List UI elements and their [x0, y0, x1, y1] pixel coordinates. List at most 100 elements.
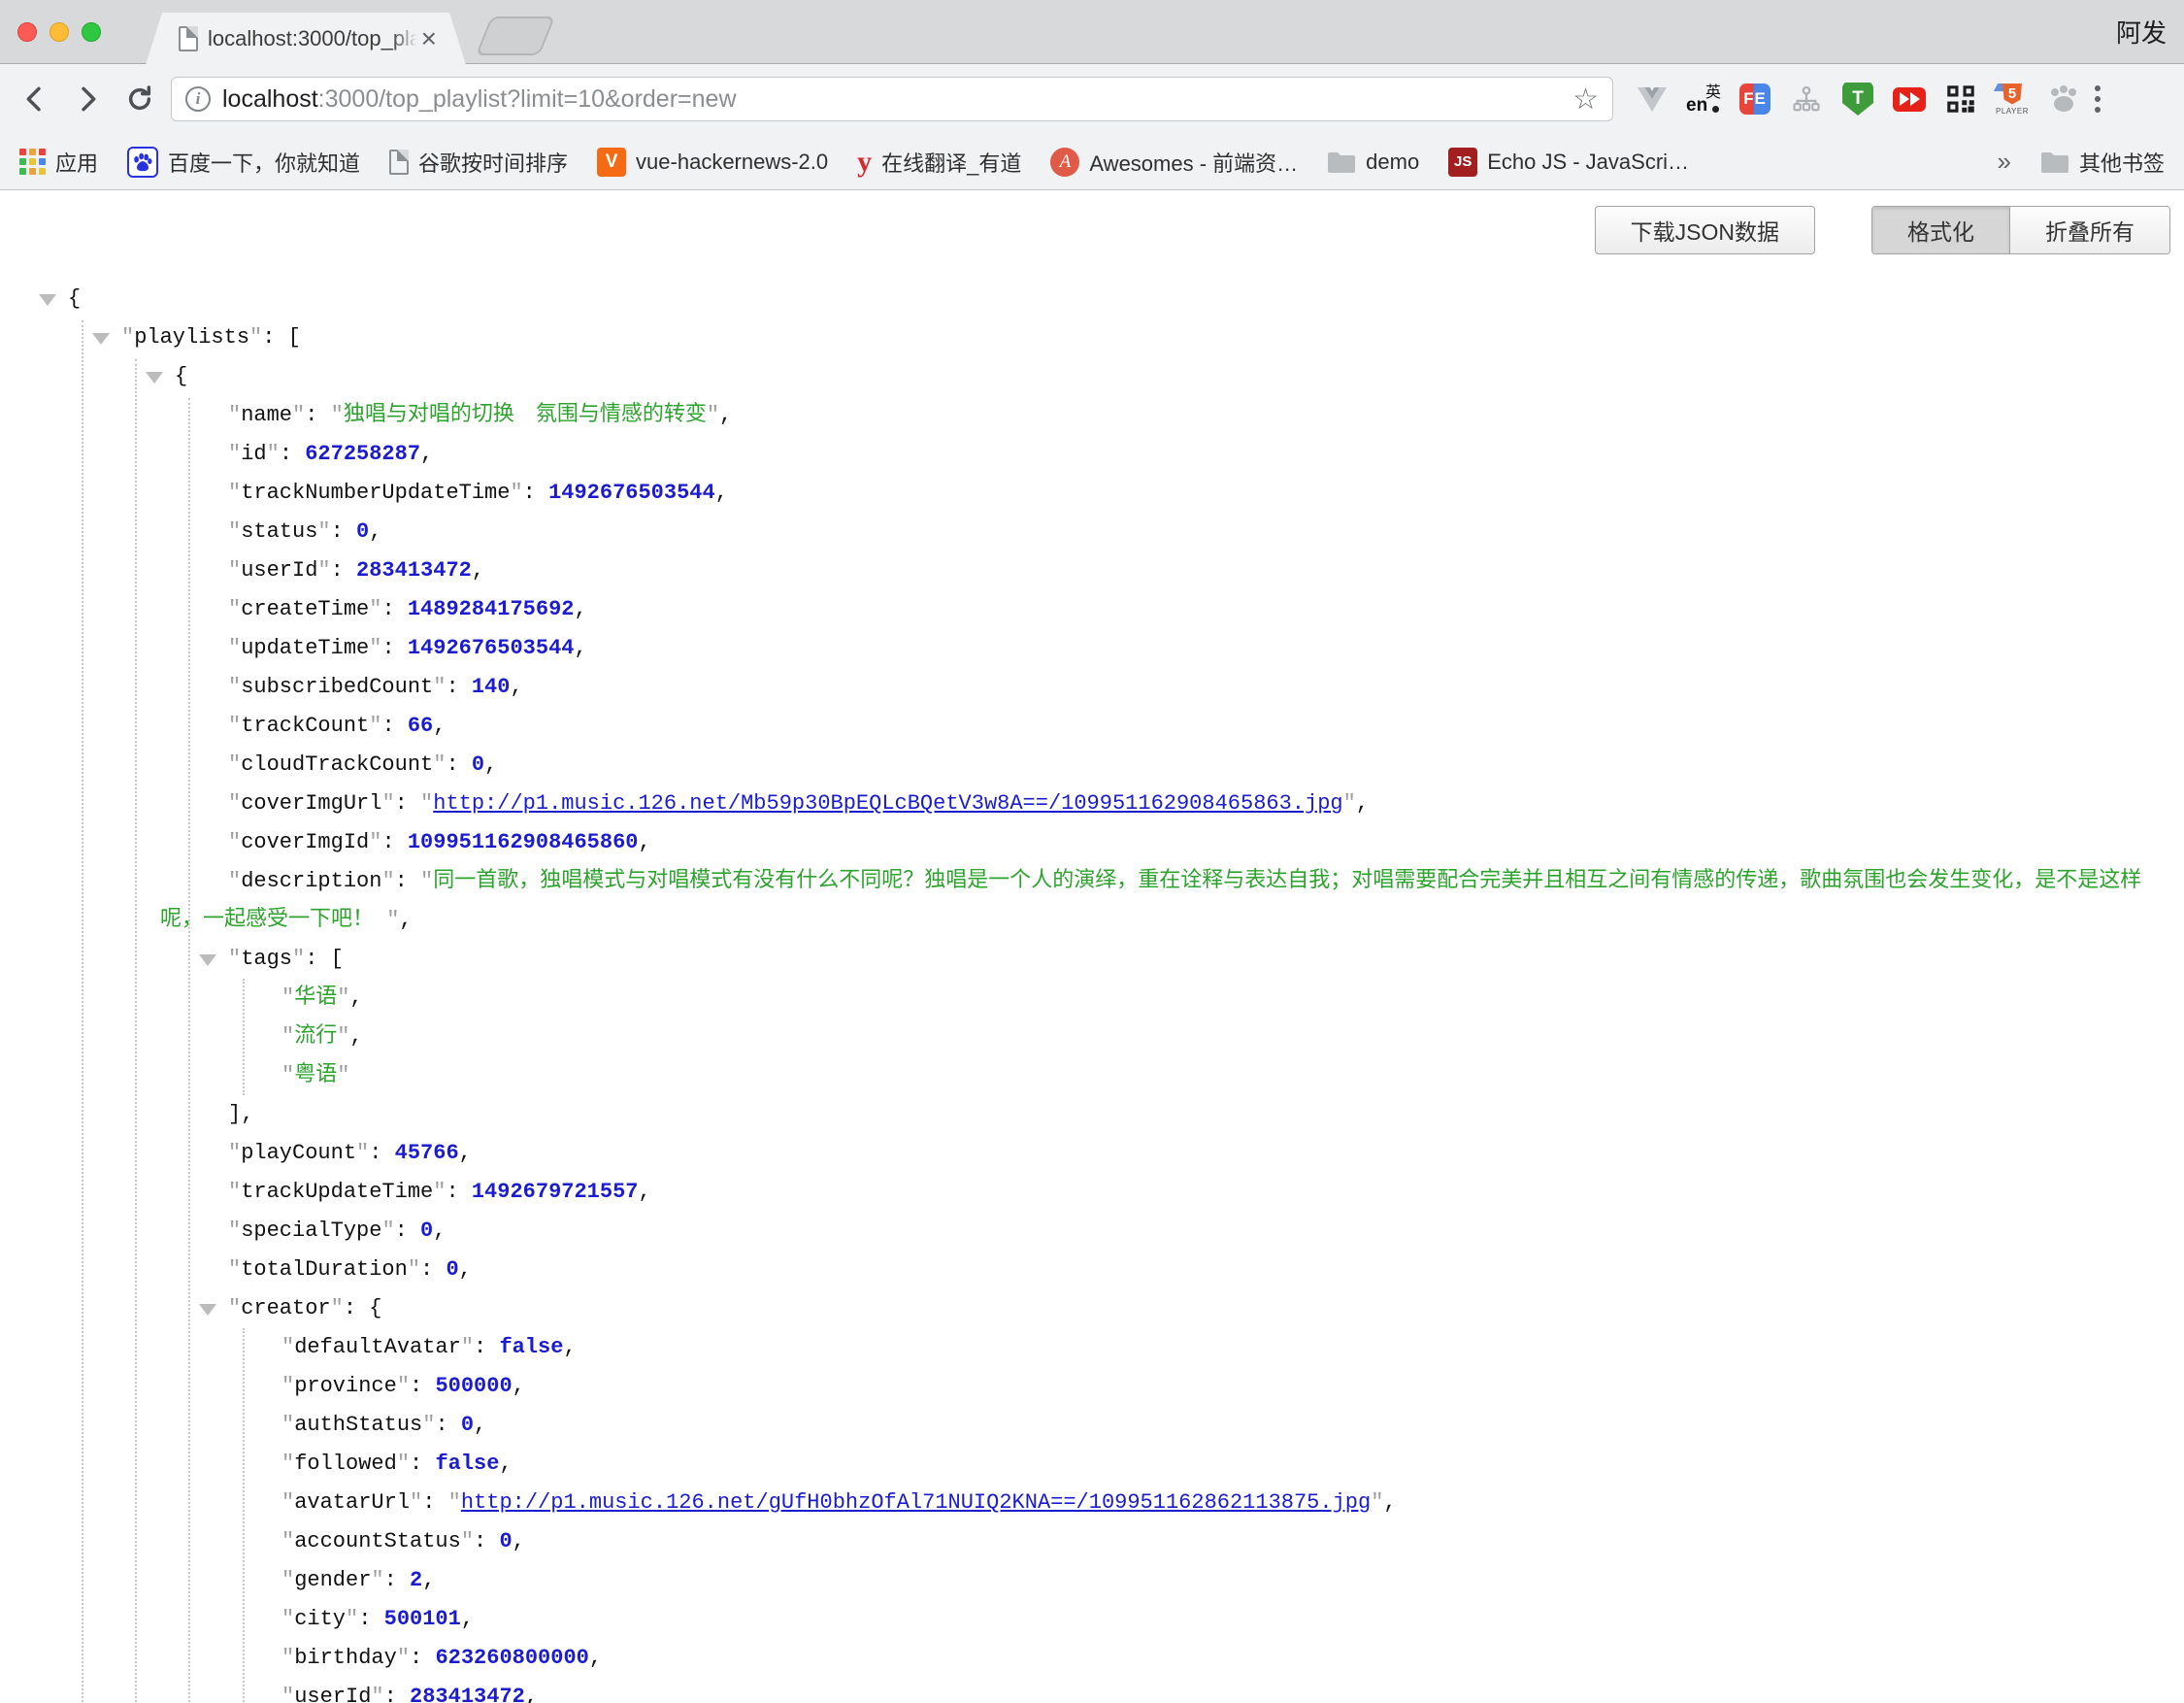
bookmark-apps[interactable]: 应用 — [19, 147, 98, 178]
echojs-badge-icon: JS — [1448, 148, 1477, 177]
json-token: , — [715, 481, 728, 505]
bookmark-vue-hackernews[interactable]: V vue-hackernews-2.0 — [597, 148, 828, 177]
json-key: avatarUrl — [294, 1490, 410, 1515]
json-token: " — [369, 636, 381, 660]
forward-button[interactable] — [66, 78, 109, 120]
bookmark-star-icon[interactable]: ☆ — [1572, 83, 1599, 117]
bookmarks-overflow-chevron[interactable]: » — [1998, 147, 2011, 177]
json-line: "cloudTrackCount": 0, — [0, 746, 2184, 785]
bookmark-echojs[interactable]: JS Echo JS - JavaScri… — [1448, 148, 1689, 177]
json-token: " — [317, 558, 330, 583]
json-token: , — [459, 1141, 472, 1165]
video-speed-icon[interactable] — [1892, 82, 1927, 117]
json-token: : — [422, 1490, 447, 1515]
json-line: "流行", — [0, 1018, 2184, 1056]
json-open-bracket: { — [68, 286, 81, 311]
profile-name[interactable]: 阿发 — [2116, 14, 2167, 50]
other-bookmarks[interactable]: 其他书签 — [2040, 147, 2165, 178]
json-line: "createTime": 1489284175692, — [0, 590, 2184, 629]
json-number: 0 — [446, 1257, 458, 1282]
json-token: " — [331, 403, 344, 427]
collapse-all-button[interactable]: 折叠所有 — [2009, 207, 2169, 253]
json-token: " — [228, 1180, 241, 1204]
json-token: " — [249, 325, 262, 350]
json-token: : — [381, 636, 407, 660]
json-token: : — [331, 519, 356, 544]
address-bar[interactable]: i localhost:3000/top_playlist?limit=10&o… — [171, 77, 1613, 121]
json-line: "userId": 283413472, — [0, 1678, 2184, 1703]
paw-extension-icon[interactable] — [2046, 82, 2081, 117]
json-link[interactable]: http://p1.music.126.net/gUfH0bhzOfAl71NU… — [461, 1490, 1371, 1515]
json-string: 粤语 — [294, 1063, 337, 1087]
page-info-icon[interactable]: i — [185, 86, 211, 112]
json-key: trackNumberUpdateTime — [241, 481, 510, 505]
tampermonkey-icon[interactable]: T — [1840, 82, 1875, 117]
json-token: : — [305, 947, 330, 971]
vue-devtools-icon[interactable] — [1635, 82, 1670, 117]
window-close-button[interactable] — [17, 22, 37, 42]
json-token: : — [446, 675, 471, 699]
reload-button[interactable] — [118, 78, 161, 120]
bookmark-label: Awesomes - 前端资… — [1089, 147, 1298, 178]
bookmark-youdao[interactable]: y 在线翻译_有道 — [857, 146, 1021, 179]
json-number: 140 — [472, 675, 511, 699]
chrome-menu-icon[interactable] — [2095, 85, 2101, 113]
json-number: 1492676503544 — [548, 481, 715, 505]
bookmark-demo-folder[interactable]: demo — [1327, 150, 1419, 175]
url-host: localhost — [222, 85, 318, 113]
json-token: " — [408, 1257, 420, 1282]
window-zoom-button[interactable] — [82, 22, 101, 42]
json-key: createTime — [241, 597, 369, 621]
json-token: " — [281, 1529, 294, 1553]
json-token: " — [228, 1141, 241, 1165]
collapse-triangle-icon[interactable] — [199, 954, 216, 966]
collapse-triangle-icon[interactable] — [146, 372, 163, 384]
json-token: : — [410, 1452, 435, 1476]
url-text[interactable]: localhost:3000/top_playlist?limit=10&ord… — [222, 85, 1563, 114]
json-token: , — [422, 1568, 435, 1592]
json-key: gender — [294, 1568, 371, 1592]
json-line: "id": 627258287, — [0, 435, 2184, 474]
json-token: " — [281, 1063, 294, 1087]
json-line: "accountStatus": 0, — [0, 1522, 2184, 1561]
sitemap-extension-icon[interactable] — [1789, 82, 1824, 117]
browser-toolbar: i localhost:3000/top_playlist?limit=10&o… — [0, 64, 2184, 134]
page-icon — [389, 150, 409, 175]
download-json-button[interactable]: 下载JSON数据 — [1595, 206, 1815, 254]
json-line: "avatarUrl": "http://p1.music.126.net/gU… — [0, 1484, 2184, 1522]
collapse-triangle-icon[interactable] — [199, 1304, 216, 1316]
h5-player-extension-icon[interactable]: 5 PLAYER — [1995, 82, 2030, 117]
bookmark-baidu[interactable]: 百度一下，你就知道 — [127, 147, 360, 178]
json-token: " — [228, 714, 241, 738]
bookmark-awesomes[interactable]: A Awesomes - 前端资… — [1050, 147, 1298, 178]
json-key: description — [241, 869, 381, 893]
fe-extension-icon[interactable]: FE — [1737, 82, 1772, 117]
bookmark-google-by-time[interactable]: 谷歌按时间排序 — [389, 147, 568, 178]
json-token: " — [228, 675, 241, 699]
tab-close-icon[interactable]: × — [421, 25, 437, 52]
collapse-triangle-icon[interactable] — [92, 333, 110, 345]
back-button[interactable] — [14, 78, 56, 120]
json-token: " — [461, 1529, 474, 1553]
json-token: : — [384, 1685, 410, 1703]
json-token: , — [474, 1413, 486, 1437]
json-token: " — [369, 830, 381, 854]
json-number: 500101 — [384, 1607, 461, 1631]
translate-extension-icon[interactable]: en 英 — [1686, 82, 1721, 117]
json-line: "followed": false, — [0, 1445, 2184, 1484]
new-tab-button[interactable] — [476, 17, 555, 55]
url-path: :3000/top_playlist?limit=10&order=new — [318, 85, 737, 113]
extension-icons: en 英 FE T 5 PLAYER — [1635, 82, 2081, 117]
format-button[interactable]: 格式化 — [1872, 207, 2009, 253]
browser-tab[interactable]: localhost:3000/top_playlist?lim × — [146, 13, 466, 65]
json-token: : — [344, 1296, 369, 1320]
collapse-triangle-icon[interactable] — [39, 294, 56, 306]
browser-titlebar: localhost:3000/top_playlist?lim × 阿发 — [0, 0, 2184, 64]
window-minimize-button[interactable] — [50, 22, 69, 42]
json-token: " — [397, 1646, 410, 1670]
json-link[interactable]: http://p1.music.126.net/Mb59p30BpEQLcBQe… — [433, 791, 1342, 816]
qrcode-extension-icon[interactable] — [1943, 82, 1978, 117]
json-token: " — [228, 869, 241, 893]
page-content: 下载JSON数据 格式化 折叠所有 {"playlists": [{"name"… — [0, 190, 2184, 1702]
json-token: " — [228, 519, 241, 544]
